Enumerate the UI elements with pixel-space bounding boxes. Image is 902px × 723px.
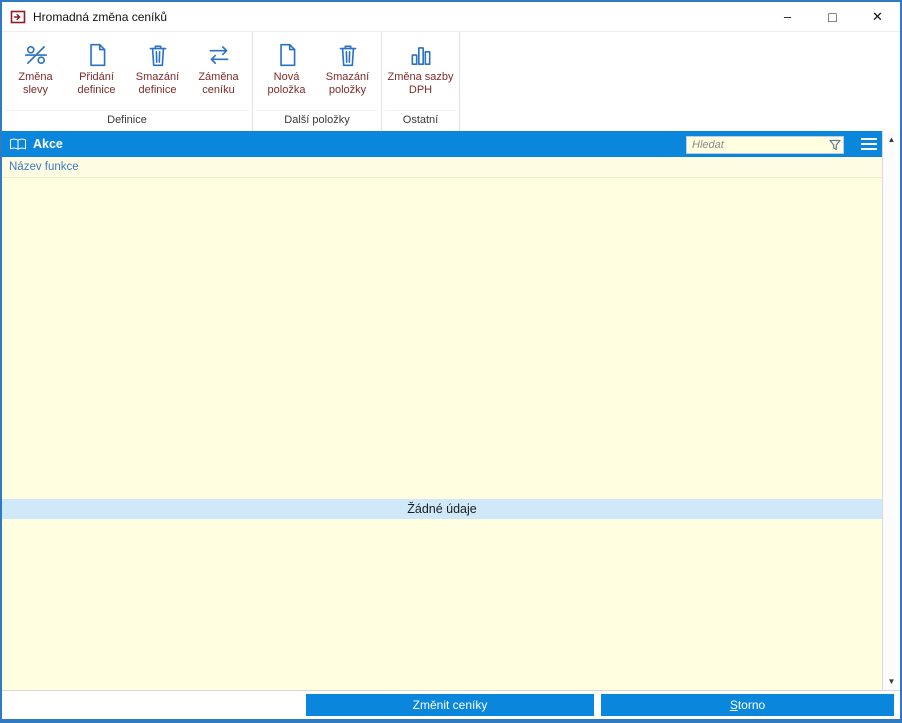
titlebar: Hromadná změna ceníků – □ ✕ [2, 2, 900, 32]
trash-icon [335, 42, 361, 68]
toolbar-group-caption: Další položky [256, 110, 378, 131]
toolbar-group-ostatni: Změna sazby DPH Ostatní [382, 32, 460, 131]
menu-hamburger-icon[interactable] [855, 131, 882, 157]
maximize-button[interactable]: □ [810, 2, 855, 31]
toolbar-button-zamena-ceniku[interactable]: Záměna ceníku [188, 39, 249, 103]
toolbar-group-caption: Ostatní [385, 110, 456, 131]
list-empty-space [2, 178, 882, 499]
toolbar-button-zmena-sazby-dph[interactable]: Změna sazby DPH [385, 39, 456, 103]
cancel-button-accelerator: S [729, 698, 738, 712]
toolbar-group-dalsi-polozky: Nová položka Smazání položky Další polož… [253, 32, 382, 131]
toolbar-button-zmena-slevy[interactable]: Změna slevy [5, 39, 66, 103]
vertical-scrollbar[interactable]: ▲ ▼ [882, 131, 900, 690]
bar-chart-icon [408, 42, 434, 68]
toolbar-button-label: Smazání položky [325, 71, 370, 97]
cancel-button[interactable]: Storno [601, 694, 894, 716]
toolbar-button-label: Záměna ceníku [198, 71, 239, 97]
book-icon [9, 137, 27, 152]
list-empty-space [2, 519, 882, 690]
toolbar-button-label: Změna sazby DPH [387, 71, 454, 97]
document-new-icon [274, 42, 300, 68]
toolbar-button-smazani-definice[interactable]: Smazání definice [127, 39, 188, 103]
filter-funnel-icon[interactable] [829, 138, 841, 151]
document-new-icon [84, 42, 110, 68]
dialog-window: Hromadná změna ceníků – □ ✕ Změna slevy … [0, 0, 902, 723]
scrollbar-track[interactable] [883, 148, 900, 673]
search-input[interactable] [686, 136, 844, 154]
toolbar-group-definice: Změna slevy Přidání definice Smazání def… [2, 32, 253, 131]
toolbar-button-label: Přidání definice [77, 71, 116, 97]
change-pricelists-button[interactable]: Změnit ceníky [306, 694, 594, 716]
app-icon [10, 9, 26, 25]
discount-change-icon [23, 42, 49, 68]
column-header-nazev-funkce[interactable]: Název funkce [2, 157, 882, 178]
toolbar-group-caption: Definice [5, 110, 249, 131]
trash-icon [145, 42, 171, 68]
scroll-up-icon[interactable]: ▲ [883, 131, 900, 148]
toolbar-button-label: Změna slevy [18, 71, 53, 97]
toolbar-button-nova-polozka[interactable]: Nová položka [256, 39, 317, 103]
window-controls: – □ ✕ [765, 2, 900, 31]
swap-arrows-icon [206, 42, 232, 68]
list-area[interactable]: Žádné údaje [2, 178, 882, 690]
scroll-down-icon[interactable]: ▼ [883, 673, 900, 690]
toolbar-button-pridani-definice[interactable]: Přidání definice [66, 39, 127, 103]
panel-header: Akce [2, 131, 882, 157]
toolbar-button-label: Nová položka [267, 71, 306, 97]
panel-title: Akce [33, 137, 63, 151]
toolbar: Změna slevy Přidání definice Smazání def… [2, 32, 900, 131]
footer-bar: Změnit ceníky Storno [2, 690, 900, 719]
close-button[interactable]: ✕ [855, 2, 900, 31]
no-data-row: Žádné údaje [2, 499, 882, 520]
toolbar-button-smazani-polozky[interactable]: Smazání položky [317, 39, 378, 103]
toolbar-button-label: Smazání definice [135, 71, 180, 97]
cancel-button-label-rest: torno [737, 698, 766, 712]
window-title: Hromadná změna ceníků [33, 9, 168, 24]
minimize-button[interactable]: – [765, 2, 810, 31]
main-area: Akce Název funkce Žádné údaje [2, 131, 900, 690]
search-box [686, 135, 844, 154]
